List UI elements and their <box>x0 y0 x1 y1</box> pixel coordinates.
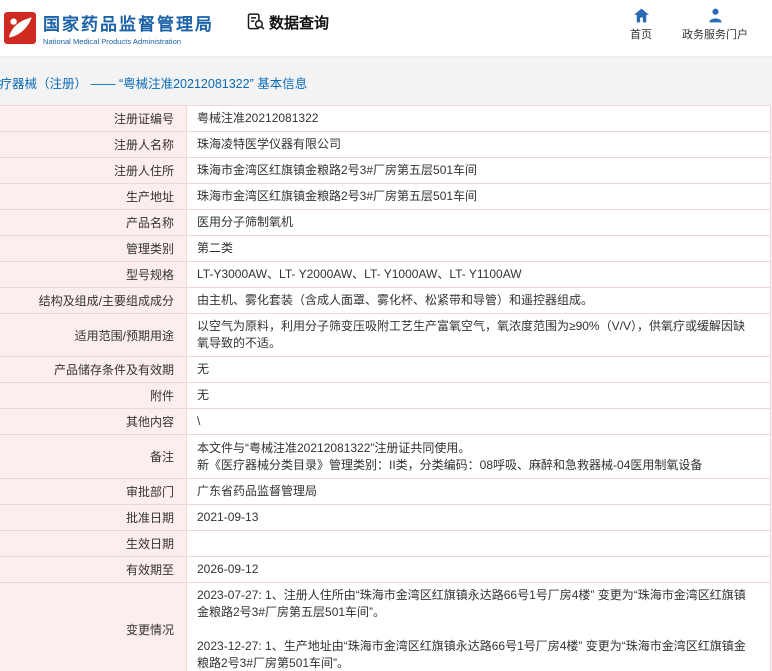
row-label: 附件 <box>0 383 187 408</box>
row-value: 医用分子筛制氧机 <box>197 215 294 229</box>
nmpa-emblem-icon <box>4 12 36 44</box>
row-label: 审批部门 <box>0 479 187 504</box>
table-row-change-history: 变更情况 2023-07-27: 1、注册人住所由“珠海市金湾区红旗镇永达路66… <box>0 583 770 671</box>
row-value: 珠海凌特医学仪器有限公司 <box>197 137 342 151</box>
table-row-intended-use: 适用范围/预期用途 以空气为原料，利用分子筛变压吸附工艺生产富氧空气，氧浓度范围… <box>0 314 770 357</box>
row-label: 变更情况 <box>0 583 187 671</box>
row-label: 生效日期 <box>0 531 187 556</box>
nmpa-logo: 国家药品监督管理局 National Medical Products Admi… <box>4 10 214 46</box>
row-value: 粤械注准20212081322 <box>197 111 319 125</box>
table-row-expiry-date: 有效期至 2026-09-12 <box>0 557 770 583</box>
page-title: 医疗器械（注册） —— “粤械注准20212081322” 基本信息 <box>0 77 308 91</box>
table-row-management-class: 管理类别 第二类 <box>0 236 770 262</box>
row-label: 产品名称 <box>0 210 187 235</box>
data-query-nav[interactable]: 数据查询 <box>246 12 329 33</box>
table-row-registrant-address: 注册人住所 珠海市金湾区红旗镇金粮路2号3#厂房第五层501车间 <box>0 158 770 184</box>
row-value: 无 <box>197 362 210 376</box>
row-value: 无 <box>197 388 210 402</box>
row-label: 产品储存条件及有效期 <box>0 357 187 382</box>
row-label: 批准日期 <box>0 505 187 530</box>
table-row-remark: 备注 本文件与“粤械注准20212081322”注册证共同使用。 新《医疗器械分… <box>0 435 770 479</box>
table-row-other-content: 其他内容 \ <box>0 409 770 435</box>
row-label: 有效期至 <box>0 557 187 582</box>
portal-nav[interactable]: 政务服务门户 <box>682 8 748 42</box>
row-value: 2021-09-13 <box>197 510 259 524</box>
user-icon <box>708 8 722 23</box>
table-row-composition: 结构及组成/主要组成成分 由主机、雾化套装（含成人面罩、雾化杯、松紧带和导管）和… <box>0 288 770 314</box>
table-row-effective-date: 生效日期 <box>0 531 770 557</box>
table-row-approval-date: 批准日期 2021-09-13 <box>0 505 770 531</box>
table-row-production-address: 生产地址 珠海市金湾区红旗镇金粮路2号3#厂房第五层501车间 <box>0 184 770 210</box>
row-value: LT-Y3000AW、LT- Y2000AW、LT- Y1000AW、LT- Y… <box>197 267 522 281</box>
home-label: 首页 <box>630 29 652 41</box>
top-header: 国家药品监督管理局 National Medical Products Admi… <box>0 0 772 57</box>
row-value: 本文件与“粤械注准20212081322”注册证共同使用。 新《医疗器械分类目录… <box>197 440 703 472</box>
row-label: 管理类别 <box>0 236 187 261</box>
registration-info-table: 注册证编号 粤械注准20212081322 注册人名称 珠海凌特医学仪器有限公司… <box>0 105 771 671</box>
row-value: 由主机、雾化套装（含成人面罩、雾化杯、松紧带和导管）和遥控器组成。 <box>197 293 594 307</box>
row-label: 生产地址 <box>0 184 187 209</box>
row-value <box>187 531 770 556</box>
table-row-product-name: 产品名称 医用分子筛制氧机 <box>0 210 770 236</box>
row-label: 注册证编号 <box>0 106 187 131</box>
header-nav-right: 首页 政务服务门户 <box>630 8 762 42</box>
table-row-reg-number: 注册证编号 粤械注准20212081322 <box>0 106 770 132</box>
row-label: 结构及组成/主要组成成分 <box>0 288 187 313</box>
data-query-icon <box>247 13 265 30</box>
table-row-storage: 产品储存条件及有效期 无 <box>0 357 770 383</box>
row-label: 其他内容 <box>0 409 187 434</box>
row-value: \ <box>197 414 201 428</box>
table-row-model-spec: 型号规格 LT-Y3000AW、LT- Y2000AW、LT- Y1000AW、… <box>0 262 770 288</box>
row-label: 备注 <box>0 435 187 478</box>
row-value: 第二类 <box>197 241 234 255</box>
row-label: 型号规格 <box>0 262 187 287</box>
row-value: 珠海市金湾区红旗镇金粮路2号3#厂房第五层501车间 <box>197 163 478 177</box>
portal-label: 政务服务门户 <box>682 29 748 41</box>
row-value: 2026-09-12 <box>197 562 259 576</box>
home-icon <box>633 8 649 23</box>
table-row-registrant-name: 注册人名称 珠海凌特医学仪器有限公司 <box>0 132 770 158</box>
row-label: 注册人名称 <box>0 132 187 157</box>
row-value: 以空气为原料，利用分子筛变压吸附工艺生产富氧空气，氧浓度范围为≥90%（V/V）… <box>197 319 745 350</box>
table-row-attachment: 附件 无 <box>0 383 770 409</box>
row-value: 珠海市金湾区红旗镇金粮路2号3#厂房第五层501车间 <box>197 189 478 203</box>
home-nav[interactable]: 首页 <box>630 8 652 42</box>
logo-title: 国家药品监督管理局 <box>43 15 214 34</box>
logo-subtitle: National Medical Products Administration <box>43 37 182 46</box>
logo-text-block: 国家药品监督管理局 National Medical Products Admi… <box>43 10 214 46</box>
row-value: 2023-07-27: 1、注册人住所由“珠海市金湾区红旗镇永达路66号1号厂房… <box>197 588 746 670</box>
table-row-approval-dept: 审批部门 广东省药品监督管理局 <box>0 479 770 505</box>
row-label: 适用范围/预期用途 <box>0 314 187 356</box>
data-query-label: 数据查询 <box>269 15 330 32</box>
row-value: 广东省药品监督管理局 <box>197 484 318 498</box>
row-label: 注册人住所 <box>0 158 187 183</box>
